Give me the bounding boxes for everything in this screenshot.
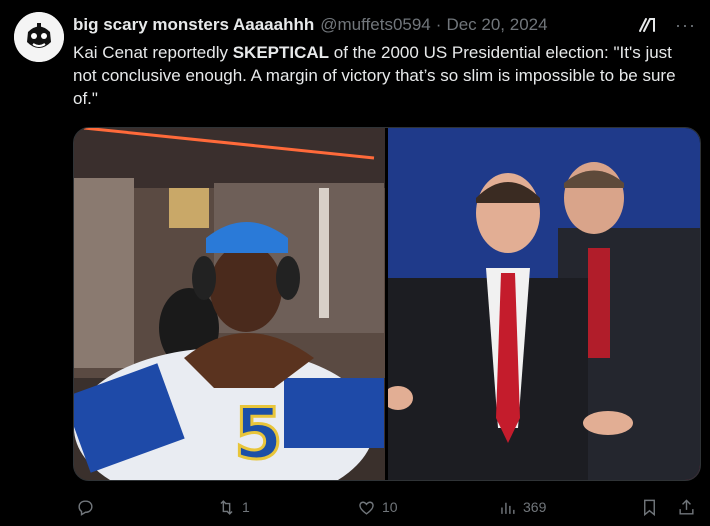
display-name[interactable]: big scary monsters Aaaaahhh xyxy=(73,15,314,35)
media-image-debate[interactable] xyxy=(388,128,700,480)
handle[interactable]: @muffets0594 xyxy=(320,15,431,35)
media-grid: 5 xyxy=(73,127,701,481)
reply-icon xyxy=(78,499,93,516)
like-count: 10 xyxy=(382,499,398,515)
share-icon xyxy=(679,498,694,515)
like-icon xyxy=(359,501,374,515)
like-button[interactable]: 10 xyxy=(357,498,398,517)
more-icon[interactable]: ··· xyxy=(675,16,696,34)
jersey-number: 5 xyxy=(234,393,283,475)
share-button[interactable] xyxy=(677,498,696,517)
tweet-text-bold: SKEPTICAL xyxy=(232,43,330,62)
avatar-image xyxy=(14,12,64,62)
views-button[interactable]: 369 xyxy=(498,498,546,517)
reply-button[interactable] xyxy=(76,498,101,517)
separator-dot: · xyxy=(435,15,442,34)
bookmark-button[interactable] xyxy=(640,498,659,517)
retweet-icon xyxy=(220,499,233,515)
avatar[interactable] xyxy=(14,12,64,62)
tweet-text-part1: Kai Cenat reportedly xyxy=(73,43,233,62)
bookmark-icon xyxy=(644,499,655,516)
tweet-text: Kai Cenat reportedly SKEPTICAL of the 20… xyxy=(73,41,693,110)
streamer-photo: 5 xyxy=(74,128,385,480)
views-count: 369 xyxy=(523,499,547,515)
retweet-button[interactable]: 1 xyxy=(217,498,250,517)
action-bar: 1 10 369 xyxy=(73,494,699,520)
tweet-header: big scary monsters Aaaaahhh @muffets0594… xyxy=(73,13,696,37)
retweet-count: 1 xyxy=(242,499,250,515)
media-image-streamer[interactable]: 5 xyxy=(74,128,385,480)
views-icon xyxy=(501,502,515,514)
grok-icon[interactable] xyxy=(637,15,657,35)
post-date[interactable]: Dec 20, 2024 xyxy=(446,15,547,35)
debate-photo xyxy=(388,128,700,480)
